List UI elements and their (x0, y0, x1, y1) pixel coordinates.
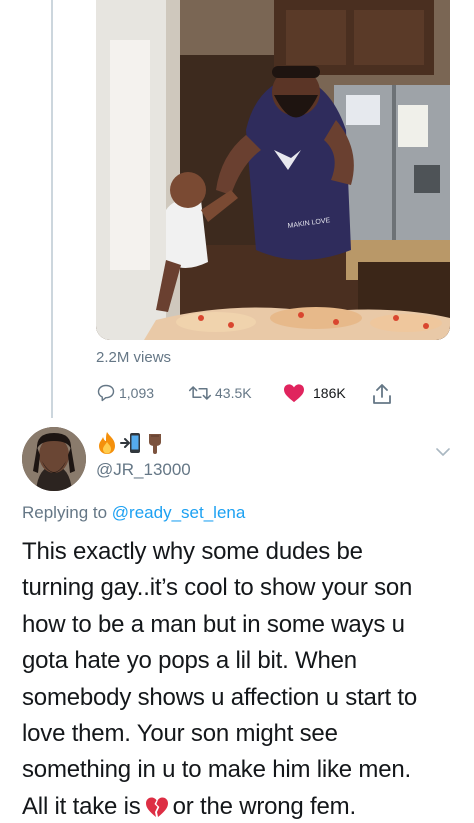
tweet-text-line: love them. Your son might see (22, 720, 338, 748)
like-button[interactable]: 186K (283, 383, 346, 403)
pointing-down-hand-icon (144, 431, 166, 455)
tweet-text-line: turning gay..it’s cool to show your son (22, 574, 413, 602)
tweet-video-thumbnail[interactable]: MAKIN LOVE (96, 0, 450, 340)
avatar[interactable] (22, 427, 86, 491)
retweet-count: 43.5K (215, 385, 252, 401)
tweet-text-fragment: or the wrong fem. (172, 792, 357, 820)
view-count: 2.2M views (96, 349, 172, 366)
tweet-text-line: how to be a man but in some ways u (22, 610, 405, 638)
avatar-photo (22, 427, 86, 491)
share-icon (372, 383, 392, 405)
share-button[interactable] (372, 383, 392, 405)
reply-button[interactable]: 1,093 (96, 383, 154, 403)
tweet-text-fragment: All it take is (22, 792, 141, 820)
video-frame-illustration: MAKIN LOVE (96, 0, 450, 340)
reply-tweet-text: This exactly why some dudes be turning g… (22, 534, 462, 823)
replying-to-line: Replying to @ready_set_lena (22, 503, 245, 523)
thread-connector-line (51, 0, 53, 418)
reply-icon (96, 383, 116, 403)
tweet-text-last-line: All it take is or the wrong fem. (22, 789, 462, 823)
tweet-action-bar: 1,093 43.5K 186K (96, 383, 450, 409)
tweet-text-line: gota hate yo pops a lil bit. When (22, 647, 357, 675)
tweet-text-line: somebody shows u affection u start to (22, 683, 418, 711)
retweet-icon (188, 383, 212, 403)
user-handle[interactable]: @JR_13000 (96, 460, 191, 480)
mention-link[interactable]: @ready_set_lena (112, 503, 246, 522)
tweet-text-line: This exactly why some dudes be (22, 538, 363, 565)
mobile-phone-arrow-icon (120, 431, 142, 455)
fire-emoji-icon (96, 431, 118, 455)
replying-to-label: Replying to (22, 503, 108, 522)
chevron-down-icon[interactable] (436, 444, 450, 462)
display-name[interactable] (96, 431, 166, 455)
like-heart-icon (283, 383, 305, 403)
tweet-text-line: something in u to make him like men. (22, 756, 411, 784)
broken-heart-icon (145, 793, 169, 823)
retweet-button[interactable]: 43.5K (188, 383, 252, 403)
reply-count: 1,093 (119, 385, 155, 401)
like-count: 186K (313, 385, 346, 401)
